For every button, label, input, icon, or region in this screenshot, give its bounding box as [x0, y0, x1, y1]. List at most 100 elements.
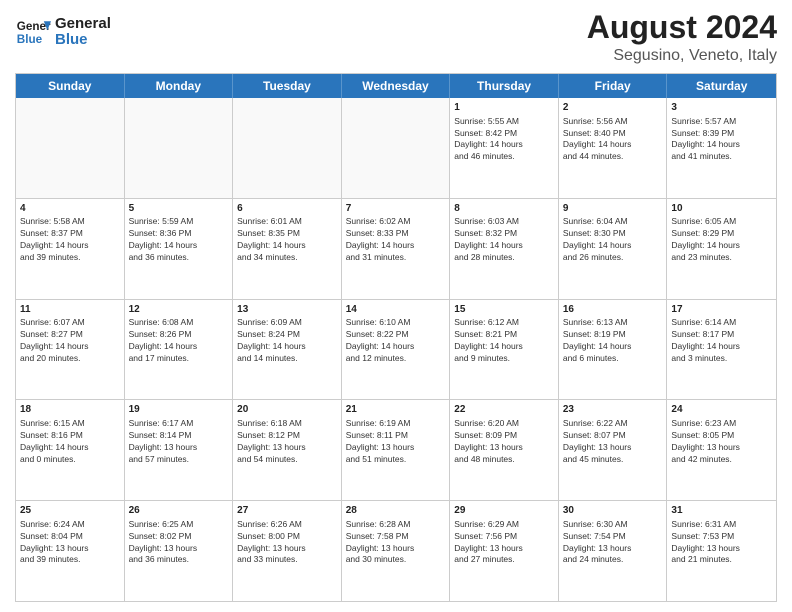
calendar-cell: 31Sunrise: 6:31 AM Sunset: 7:53 PM Dayli…	[667, 501, 776, 601]
calendar-cell: 24Sunrise: 6:23 AM Sunset: 8:05 PM Dayli…	[667, 400, 776, 500]
day-number: 14	[346, 303, 446, 317]
page: General Blue General Blue August 2024 Se…	[0, 0, 792, 612]
cell-info: Sunrise: 6:28 AM Sunset: 7:58 PM Dayligh…	[346, 519, 446, 567]
day-number: 18	[20, 403, 120, 417]
calendar-cell: 12Sunrise: 6:08 AM Sunset: 8:26 PM Dayli…	[125, 300, 234, 400]
logo-icon: General Blue	[15, 14, 51, 50]
calendar-cell: 17Sunrise: 6:14 AM Sunset: 8:17 PM Dayli…	[667, 300, 776, 400]
calendar-cell: 26Sunrise: 6:25 AM Sunset: 8:02 PM Dayli…	[125, 501, 234, 601]
calendar-cell	[233, 98, 342, 198]
calendar-cell: 23Sunrise: 6:22 AM Sunset: 8:07 PM Dayli…	[559, 400, 668, 500]
cell-info: Sunrise: 6:17 AM Sunset: 8:14 PM Dayligh…	[129, 418, 229, 466]
calendar-header-cell: Sunday	[16, 74, 125, 98]
calendar-cell: 29Sunrise: 6:29 AM Sunset: 7:56 PM Dayli…	[450, 501, 559, 601]
main-title: August 2024	[587, 10, 777, 45]
logo-text-general: General	[55, 16, 111, 33]
cell-info: Sunrise: 6:22 AM Sunset: 8:07 PM Dayligh…	[563, 418, 663, 466]
day-number: 25	[20, 504, 120, 518]
calendar-cell: 6Sunrise: 6:01 AM Sunset: 8:35 PM Daylig…	[233, 199, 342, 299]
cell-info: Sunrise: 6:20 AM Sunset: 8:09 PM Dayligh…	[454, 418, 554, 466]
calendar-cell: 18Sunrise: 6:15 AM Sunset: 8:16 PM Dayli…	[16, 400, 125, 500]
cell-info: Sunrise: 5:59 AM Sunset: 8:36 PM Dayligh…	[129, 216, 229, 264]
day-number: 10	[671, 202, 772, 216]
calendar-cell: 4Sunrise: 5:58 AM Sunset: 8:37 PM Daylig…	[16, 199, 125, 299]
cell-info: Sunrise: 6:14 AM Sunset: 8:17 PM Dayligh…	[671, 317, 772, 365]
calendar-cell: 9Sunrise: 6:04 AM Sunset: 8:30 PM Daylig…	[559, 199, 668, 299]
calendar-header-cell: Saturday	[667, 74, 776, 98]
header: General Blue General Blue August 2024 Se…	[15, 10, 777, 65]
day-number: 22	[454, 403, 554, 417]
calendar: SundayMondayTuesdayWednesdayThursdayFrid…	[15, 73, 777, 602]
cell-info: Sunrise: 6:24 AM Sunset: 8:04 PM Dayligh…	[20, 519, 120, 567]
day-number: 16	[563, 303, 663, 317]
calendar-cell: 2Sunrise: 5:56 AM Sunset: 8:40 PM Daylig…	[559, 98, 668, 198]
day-number: 17	[671, 303, 772, 317]
cell-info: Sunrise: 6:02 AM Sunset: 8:33 PM Dayligh…	[346, 216, 446, 264]
calendar-cell: 30Sunrise: 6:30 AM Sunset: 7:54 PM Dayli…	[559, 501, 668, 601]
calendar-header-cell: Friday	[559, 74, 668, 98]
cell-info: Sunrise: 6:08 AM Sunset: 8:26 PM Dayligh…	[129, 317, 229, 365]
calendar-week-row: 11Sunrise: 6:07 AM Sunset: 8:27 PM Dayli…	[16, 299, 776, 400]
day-number: 23	[563, 403, 663, 417]
day-number: 27	[237, 504, 337, 518]
cell-info: Sunrise: 6:23 AM Sunset: 8:05 PM Dayligh…	[671, 418, 772, 466]
calendar-week-row: 25Sunrise: 6:24 AM Sunset: 8:04 PM Dayli…	[16, 500, 776, 601]
day-number: 13	[237, 303, 337, 317]
day-number: 11	[20, 303, 120, 317]
cell-info: Sunrise: 5:55 AM Sunset: 8:42 PM Dayligh…	[454, 116, 554, 164]
title-block: August 2024 Segusino, Veneto, Italy	[587, 10, 777, 65]
day-number: 8	[454, 202, 554, 216]
logo-text-blue: Blue	[55, 32, 111, 49]
calendar-cell: 7Sunrise: 6:02 AM Sunset: 8:33 PM Daylig…	[342, 199, 451, 299]
calendar-week-row: 1Sunrise: 5:55 AM Sunset: 8:42 PM Daylig…	[16, 98, 776, 198]
calendar-header-cell: Wednesday	[342, 74, 451, 98]
cell-info: Sunrise: 6:13 AM Sunset: 8:19 PM Dayligh…	[563, 317, 663, 365]
day-number: 3	[671, 101, 772, 115]
calendar-cell: 11Sunrise: 6:07 AM Sunset: 8:27 PM Dayli…	[16, 300, 125, 400]
cell-info: Sunrise: 6:03 AM Sunset: 8:32 PM Dayligh…	[454, 216, 554, 264]
calendar-cell: 3Sunrise: 5:57 AM Sunset: 8:39 PM Daylig…	[667, 98, 776, 198]
day-number: 2	[563, 101, 663, 115]
calendar-header-cell: Thursday	[450, 74, 559, 98]
calendar-cell: 27Sunrise: 6:26 AM Sunset: 8:00 PM Dayli…	[233, 501, 342, 601]
calendar-cell: 15Sunrise: 6:12 AM Sunset: 8:21 PM Dayli…	[450, 300, 559, 400]
cell-info: Sunrise: 6:25 AM Sunset: 8:02 PM Dayligh…	[129, 519, 229, 567]
cell-info: Sunrise: 5:58 AM Sunset: 8:37 PM Dayligh…	[20, 216, 120, 264]
day-number: 12	[129, 303, 229, 317]
cell-info: Sunrise: 6:09 AM Sunset: 8:24 PM Dayligh…	[237, 317, 337, 365]
day-number: 24	[671, 403, 772, 417]
calendar-cell: 14Sunrise: 6:10 AM Sunset: 8:22 PM Dayli…	[342, 300, 451, 400]
calendar-header: SundayMondayTuesdayWednesdayThursdayFrid…	[16, 74, 776, 98]
cell-info: Sunrise: 6:31 AM Sunset: 7:53 PM Dayligh…	[671, 519, 772, 567]
calendar-cell: 21Sunrise: 6:19 AM Sunset: 8:11 PM Dayli…	[342, 400, 451, 500]
day-number: 21	[346, 403, 446, 417]
day-number: 6	[237, 202, 337, 216]
day-number: 9	[563, 202, 663, 216]
calendar-cell	[16, 98, 125, 198]
cell-info: Sunrise: 6:18 AM Sunset: 8:12 PM Dayligh…	[237, 418, 337, 466]
cell-info: Sunrise: 6:07 AM Sunset: 8:27 PM Dayligh…	[20, 317, 120, 365]
cell-info: Sunrise: 6:01 AM Sunset: 8:35 PM Dayligh…	[237, 216, 337, 264]
calendar-header-cell: Tuesday	[233, 74, 342, 98]
calendar-cell: 13Sunrise: 6:09 AM Sunset: 8:24 PM Dayli…	[233, 300, 342, 400]
svg-text:Blue: Blue	[17, 33, 43, 46]
calendar-cell	[342, 98, 451, 198]
cell-info: Sunrise: 6:05 AM Sunset: 8:29 PM Dayligh…	[671, 216, 772, 264]
day-number: 28	[346, 504, 446, 518]
day-number: 5	[129, 202, 229, 216]
calendar-cell: 20Sunrise: 6:18 AM Sunset: 8:12 PM Dayli…	[233, 400, 342, 500]
cell-info: Sunrise: 5:57 AM Sunset: 8:39 PM Dayligh…	[671, 116, 772, 164]
day-number: 7	[346, 202, 446, 216]
day-number: 4	[20, 202, 120, 216]
cell-info: Sunrise: 6:26 AM Sunset: 8:00 PM Dayligh…	[237, 519, 337, 567]
cell-info: Sunrise: 6:04 AM Sunset: 8:30 PM Dayligh…	[563, 216, 663, 264]
day-number: 15	[454, 303, 554, 317]
cell-info: Sunrise: 6:30 AM Sunset: 7:54 PM Dayligh…	[563, 519, 663, 567]
calendar-cell: 8Sunrise: 6:03 AM Sunset: 8:32 PM Daylig…	[450, 199, 559, 299]
calendar-cell: 22Sunrise: 6:20 AM Sunset: 8:09 PM Dayli…	[450, 400, 559, 500]
day-number: 19	[129, 403, 229, 417]
cell-info: Sunrise: 6:15 AM Sunset: 8:16 PM Dayligh…	[20, 418, 120, 466]
day-number: 30	[563, 504, 663, 518]
cell-info: Sunrise: 5:56 AM Sunset: 8:40 PM Dayligh…	[563, 116, 663, 164]
cell-info: Sunrise: 6:29 AM Sunset: 7:56 PM Dayligh…	[454, 519, 554, 567]
